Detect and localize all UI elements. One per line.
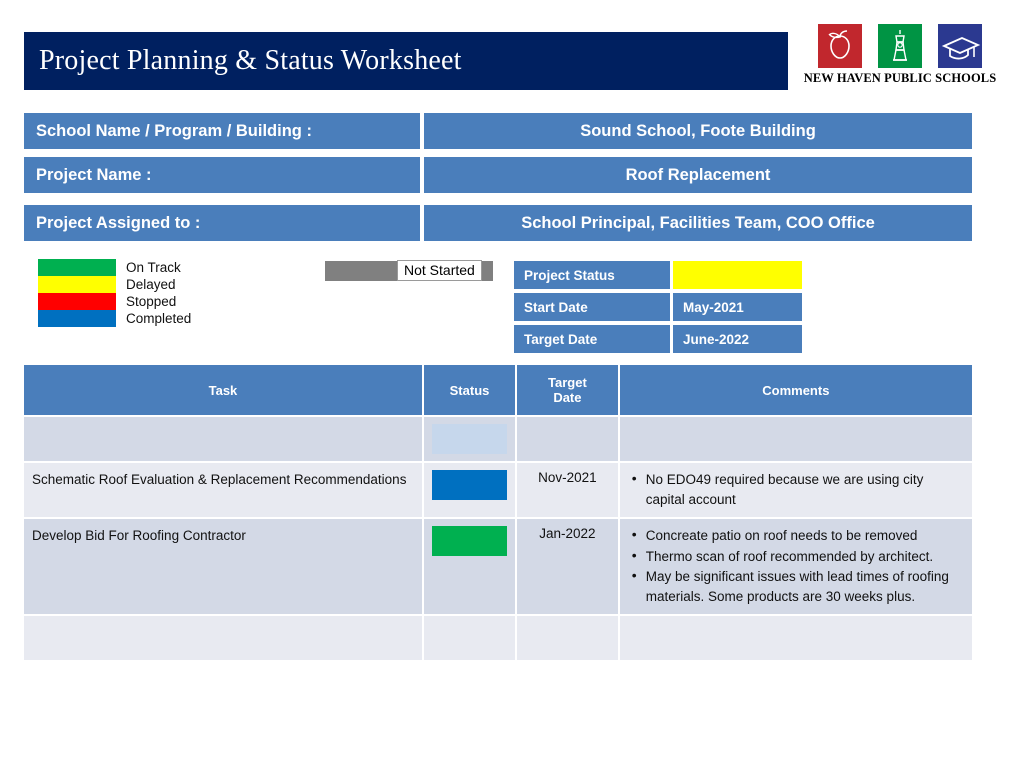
status-swatch bbox=[432, 623, 507, 653]
legend-item-delayed: Delayed bbox=[38, 276, 288, 293]
page-title: Project Planning & Status Worksheet bbox=[39, 45, 462, 76]
task-text: Develop Bid For Roofing Contractor bbox=[32, 528, 246, 543]
legend-swatch-on-track bbox=[38, 259, 116, 276]
cell-status[interactable] bbox=[423, 463, 518, 519]
status-key: Target Date bbox=[514, 325, 670, 353]
cell-target-date[interactable] bbox=[517, 417, 620, 463]
not-started-marker: Not Started bbox=[325, 260, 493, 283]
column-header-status: Status bbox=[423, 365, 518, 417]
status-value-swatch[interactable] bbox=[673, 261, 802, 289]
status-swatch bbox=[431, 526, 508, 556]
status-key: Project Status bbox=[514, 261, 670, 289]
info-value[interactable]: Sound School, Foote Building bbox=[424, 113, 972, 149]
legend-label: Completed bbox=[126, 311, 192, 326]
status-value[interactable]: June-2022 bbox=[673, 325, 802, 353]
comment-list: Concreate patio on roof needs to be remo… bbox=[628, 525, 964, 607]
cell-comments[interactable] bbox=[619, 417, 972, 463]
logo-marks bbox=[800, 24, 1000, 68]
info-label: Project Assigned to : bbox=[24, 205, 420, 241]
cell-status[interactable] bbox=[423, 417, 518, 463]
status-row-start-date: Start Date May-2021 bbox=[514, 293, 802, 321]
legend-item-on-track: On Track bbox=[38, 259, 288, 276]
cell-comments[interactable] bbox=[619, 616, 972, 662]
not-started-label: Not Started bbox=[397, 260, 482, 281]
info-label: School Name / Program / Building : bbox=[24, 113, 420, 149]
legend-swatch-delayed bbox=[38, 276, 116, 293]
cell-task[interactable] bbox=[24, 616, 424, 662]
table-row[interactable]: Develop Bid For Roofing Contractor Jan-2… bbox=[24, 519, 972, 616]
comment-item: Concreate patio on roof needs to be remo… bbox=[632, 525, 964, 547]
legend-label: On Track bbox=[126, 260, 181, 275]
cell-task[interactable]: Schematic Roof Evaluation & Replacement … bbox=[24, 463, 424, 519]
cell-comments[interactable]: No EDO49 required because we are using c… bbox=[619, 463, 972, 519]
logo-caption: NEW HAVEN PUBLIC SCHOOLS bbox=[803, 71, 997, 85]
table-header-row: Task Status Target Date Comments bbox=[24, 365, 972, 417]
worksheet-title-bar: Project Planning & Status Worksheet bbox=[24, 32, 788, 90]
column-header-target-date-line2: Date bbox=[553, 390, 582, 405]
status-color-legend: On Track Delayed Stopped Completed bbox=[38, 259, 288, 327]
cell-task[interactable]: Develop Bid For Roofing Contractor bbox=[24, 519, 424, 616]
cell-target-date[interactable]: Jan-2022 bbox=[517, 519, 620, 616]
legend-item-stopped: Stopped bbox=[38, 293, 288, 310]
apple-logo-icon bbox=[818, 24, 862, 68]
status-row-target-date: Target Date June-2022 bbox=[514, 325, 802, 353]
comment-item: Thermo scan of roof recommended by archi… bbox=[632, 546, 964, 568]
cell-target-date[interactable] bbox=[517, 616, 620, 662]
legend-swatch-stopped bbox=[38, 293, 116, 310]
legend-item-completed: Completed bbox=[38, 310, 288, 327]
comment-list: No EDO49 required because we are using c… bbox=[628, 469, 964, 510]
comment-item: No EDO49 required because we are using c… bbox=[632, 469, 964, 510]
district-logo: NEW HAVEN PUBLIC SCHOOLS bbox=[800, 24, 1000, 94]
cell-task[interactable] bbox=[24, 417, 424, 463]
graduation-cap-logo-icon bbox=[938, 24, 982, 68]
legend-label: Stopped bbox=[126, 294, 177, 309]
info-label: Project Name : bbox=[24, 157, 420, 193]
cell-status[interactable] bbox=[423, 519, 518, 616]
column-header-comments: Comments bbox=[619, 365, 972, 417]
status-swatch bbox=[431, 470, 508, 500]
task-table: Task Status Target Date Comments Schemat… bbox=[24, 365, 972, 662]
info-row-project-name: Project Name : Roof Replacement bbox=[24, 157, 972, 193]
info-value[interactable]: Roof Replacement bbox=[424, 157, 972, 193]
table-row[interactable] bbox=[24, 417, 972, 463]
task-text: Schematic Roof Evaluation & Replacement … bbox=[32, 472, 407, 487]
status-key: Start Date bbox=[514, 293, 670, 321]
info-row-school-name: School Name / Program / Building : Sound… bbox=[24, 113, 972, 149]
legend-label: Delayed bbox=[126, 277, 176, 292]
comment-item: May be significant issues with lead time… bbox=[632, 566, 964, 607]
lighthouse-logo-icon bbox=[878, 24, 922, 68]
column-header-target-date: Target Date bbox=[517, 365, 620, 417]
project-status-panel: Project Status Start Date May-2021 Targe… bbox=[514, 261, 802, 357]
legend-swatch-completed bbox=[38, 310, 116, 327]
table-row[interactable]: Schematic Roof Evaluation & Replacement … bbox=[24, 463, 972, 519]
column-header-target-date-line1: Target bbox=[548, 375, 587, 390]
column-header-task: Task bbox=[24, 365, 424, 417]
cell-status[interactable] bbox=[423, 616, 518, 662]
info-row-project-assigned-to: Project Assigned to : School Principal, … bbox=[24, 205, 972, 241]
status-value[interactable]: May-2021 bbox=[673, 293, 802, 321]
status-swatch bbox=[431, 424, 508, 454]
cell-target-date[interactable]: Nov-2021 bbox=[517, 463, 620, 519]
info-value[interactable]: School Principal, Facilities Team, COO O… bbox=[424, 205, 972, 241]
status-row-project-status: Project Status bbox=[514, 261, 802, 289]
table-row[interactable] bbox=[24, 616, 972, 662]
cell-comments[interactable]: Concreate patio on roof needs to be remo… bbox=[619, 519, 972, 616]
